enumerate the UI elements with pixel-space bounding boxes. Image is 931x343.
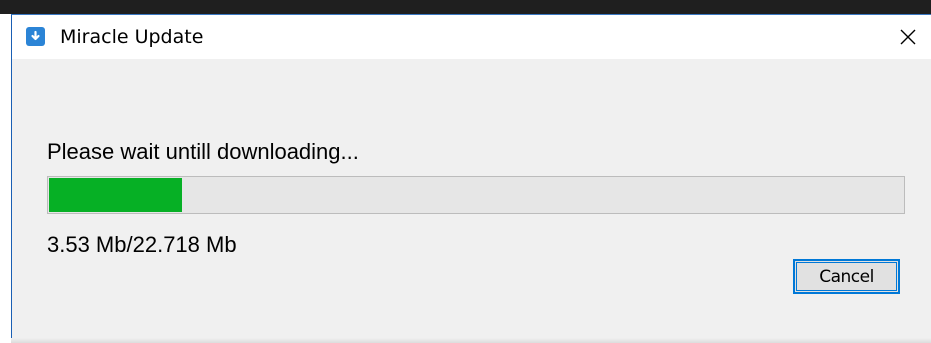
cancel-button[interactable]: Cancel [793,259,900,294]
window-title: Miracle Update [60,26,204,48]
title-bar[interactable]: Miracle Update [12,15,931,59]
background-window-edge [0,0,931,14]
download-arrow-icon [26,27,45,46]
progress-fill [49,178,182,212]
download-size-label: 3.53 Mb/22.718 Mb [47,232,237,257]
screen: Miracle Update Please wait untill downlo… [0,0,931,343]
window-bottom-edge [11,338,931,343]
download-status-label: Please wait untill downloading... [47,139,359,164]
dialog-content: Please wait untill downloading... 3.53 M… [12,59,931,343]
update-dialog: Miracle Update Please wait untill downlo… [11,14,931,343]
close-button[interactable] [885,15,931,59]
download-progress-bar [47,176,905,214]
close-icon [900,29,916,45]
